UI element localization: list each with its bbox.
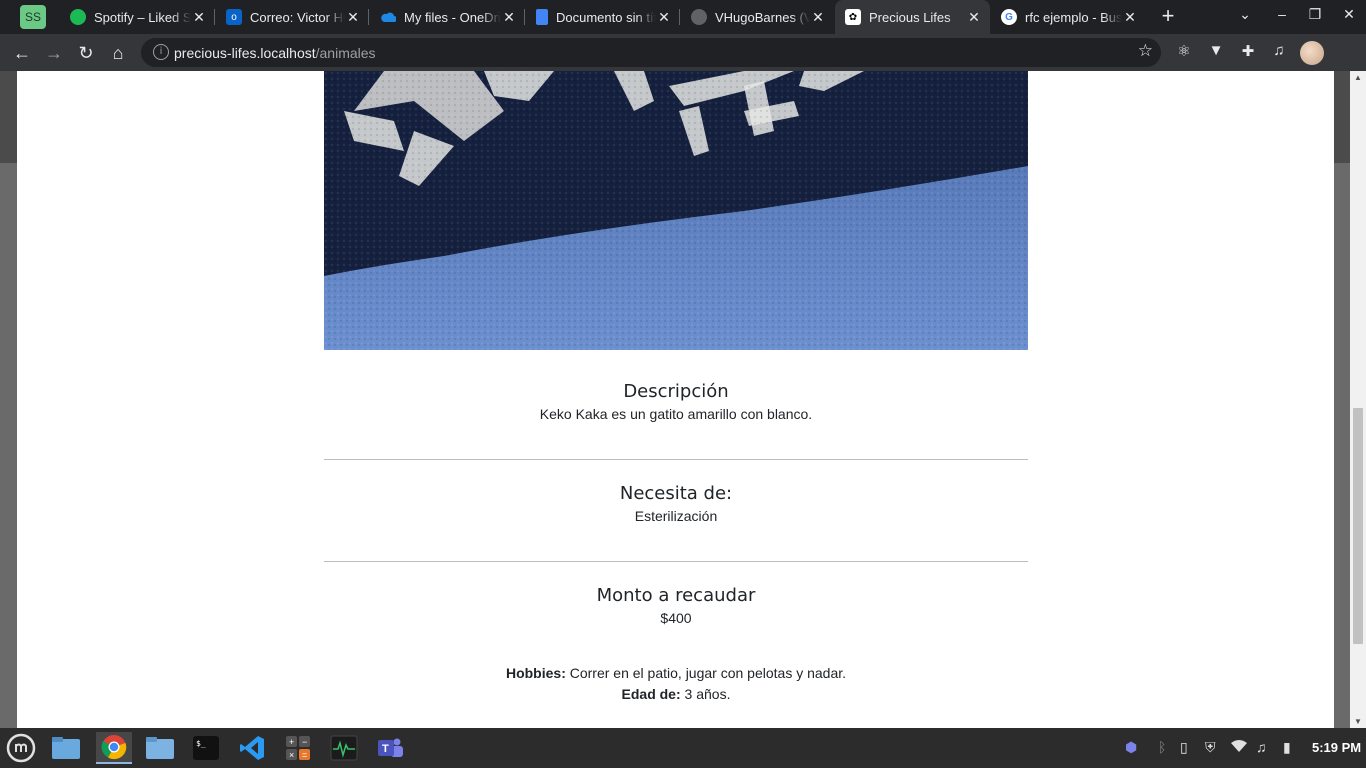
terminal-icon[interactable]: $_ bbox=[188, 732, 224, 764]
docs-icon bbox=[536, 9, 548, 25]
tab-documento[interactable]: Documento sin título ✕ bbox=[526, 0, 680, 34]
tab-title: VHugoBarnes (Victor) bbox=[715, 9, 810, 25]
svg-text:−: − bbox=[302, 737, 307, 747]
page-viewport: Descripción Keko Kaka es un gatito amari… bbox=[0, 71, 1350, 728]
back-icon[interactable]: ← bbox=[10, 41, 34, 65]
avatar[interactable] bbox=[1300, 41, 1324, 65]
tab-title: Spotify – Liked Songs bbox=[94, 9, 191, 25]
clipboard-icon[interactable]: ▯ bbox=[1180, 739, 1188, 756]
wifi-icon[interactable] bbox=[1230, 739, 1248, 756]
browser-toolbar: ← → ↻ ⌂ i precious-lifes.localhost/anima… bbox=[0, 34, 1366, 71]
shield-icon[interactable]: ⛨ bbox=[1205, 739, 1216, 756]
bluetooth-icon[interactable]: ᛒ bbox=[1158, 739, 1166, 755]
tab-title: My files - OneDrive bbox=[404, 9, 501, 25]
spotify-icon bbox=[70, 9, 86, 25]
taskbar: $_ + − × = T ⬢ ᛒ ▯ ⛨ ♫ ▮ 5:19 PM bbox=[0, 728, 1366, 768]
music-note-icon[interactable]: ♫ bbox=[1256, 739, 1267, 755]
tab-search-icon[interactable]: ⌄ bbox=[1233, 6, 1257, 23]
menu-icon[interactable] bbox=[3, 732, 39, 764]
edad-label: Edad de: bbox=[621, 686, 681, 702]
divider bbox=[324, 561, 1028, 562]
tab-spotify[interactable]: Spotify – Liked Songs ✕ bbox=[60, 0, 215, 34]
url-path: /animales bbox=[315, 45, 376, 61]
tab-title: Documento sin título bbox=[556, 9, 656, 25]
site-info-icon[interactable]: i bbox=[153, 44, 169, 60]
calculator-icon[interactable]: + − × = bbox=[280, 732, 316, 764]
divider bbox=[324, 459, 1028, 460]
tab-google[interactable]: G rfc ejemplo - Buscar con Google ✕ bbox=[991, 0, 1146, 34]
teams-icon[interactable]: T bbox=[372, 732, 408, 764]
page-scrollbar[interactable]: ▲ ▼ bbox=[1350, 71, 1366, 728]
bookmark-star-icon[interactable]: ☆ bbox=[1138, 41, 1153, 61]
files-icon[interactable] bbox=[48, 732, 84, 764]
tab-title: rfc ejemplo - Buscar con Google bbox=[1025, 9, 1122, 25]
tab-github[interactable]: VHugoBarnes (Victor) ✕ bbox=[681, 0, 834, 34]
vue-devtools-icon[interactable]: ▼ bbox=[1205, 42, 1227, 59]
close-icon[interactable]: ✕ bbox=[1122, 9, 1138, 26]
extensions-puzzle-icon[interactable]: ✚ bbox=[1237, 42, 1259, 60]
close-icon[interactable]: ✕ bbox=[191, 9, 207, 26]
system-monitor-icon[interactable] bbox=[326, 732, 362, 764]
github-icon bbox=[691, 9, 707, 25]
minimize-icon[interactable]: – bbox=[1270, 6, 1294, 22]
home-icon[interactable]: ⌂ bbox=[106, 41, 130, 65]
scrollbar-thumb[interactable] bbox=[1353, 408, 1363, 644]
profile-chip[interactable]: SS bbox=[20, 5, 46, 29]
paw-icon: ✿ bbox=[845, 9, 861, 25]
necesita-heading: Necesita de: bbox=[619, 483, 733, 504]
descripcion-heading: Descripción bbox=[623, 381, 729, 402]
google-icon: G bbox=[1001, 9, 1017, 25]
url-host: precious-lifes.localhost bbox=[174, 45, 316, 61]
monto-section: Monto a recaudar $400 bbox=[324, 585, 1028, 626]
descripcion-text: Keko Kaka es un gatito amarillo con blan… bbox=[539, 406, 813, 422]
close-icon[interactable]: ✕ bbox=[345, 9, 361, 26]
react-devtools-icon[interactable]: ⚛ bbox=[1173, 42, 1195, 60]
vscode-icon[interactable] bbox=[234, 732, 270, 764]
battery-icon[interactable]: ▮ bbox=[1283, 739, 1291, 756]
tab-precious-lifes[interactable]: ✿ Precious Lifes ✕ bbox=[835, 0, 990, 34]
tab-correo[interactable]: o Correo: Victor Hugo ✕ bbox=[216, 0, 369, 34]
svg-text:×: × bbox=[289, 750, 294, 760]
close-icon[interactable]: ✕ bbox=[810, 9, 826, 26]
svg-text:+: + bbox=[289, 737, 294, 747]
outlook-icon: o bbox=[226, 9, 242, 25]
necesita-text: Esterilización bbox=[634, 508, 718, 524]
chrome-icon[interactable] bbox=[96, 732, 132, 764]
hobbies-line: Hobbies: Correr en el patio, jugar con p… bbox=[324, 665, 1028, 681]
maximize-icon[interactable]: ❐ bbox=[1303, 6, 1327, 23]
folder-icon[interactable] bbox=[142, 732, 178, 764]
animal-photo bbox=[324, 71, 1028, 350]
close-icon[interactable]: ✕ bbox=[501, 9, 517, 26]
svg-text:$_: $_ bbox=[196, 739, 206, 748]
animal-card: Descripción Keko Kaka es un gatito amari… bbox=[17, 71, 1334, 728]
monto-text: $400 bbox=[660, 610, 692, 626]
tab-strip: SS Spotify – Liked Songs ✕ o Correo: Vic… bbox=[0, 0, 1366, 34]
url-text[interactable]: precious-lifes.localhost/animales bbox=[174, 45, 376, 61]
tab-onedrive[interactable]: My files - OneDrive ✕ bbox=[370, 0, 525, 34]
new-tab-button[interactable]: + bbox=[1156, 4, 1180, 28]
svg-text:=: = bbox=[302, 750, 307, 760]
onedrive-icon bbox=[380, 9, 396, 25]
forward-icon[interactable]: → bbox=[42, 41, 66, 65]
svg-text:T: T bbox=[382, 743, 389, 755]
media-controls-icon[interactable]: ♫ bbox=[1268, 42, 1290, 59]
edad-line: Edad de: 3 años. bbox=[324, 686, 1028, 702]
close-icon[interactable]: ✕ bbox=[966, 9, 982, 26]
taskbar-clock[interactable]: 5:19 PM bbox=[1312, 740, 1361, 755]
hobbies-label: Hobbies: bbox=[505, 665, 566, 681]
descripcion-section: Descripción Keko Kaka es un gatito amari… bbox=[324, 381, 1028, 422]
address-bar[interactable]: i precious-lifes.localhost/animales ☆ bbox=[141, 38, 1161, 67]
reload-icon[interactable]: ↻ bbox=[74, 41, 98, 65]
tab-title: Correo: Victor Hugo bbox=[250, 9, 345, 25]
close-window-icon[interactable]: ✕ bbox=[1337, 6, 1361, 23]
hobbies-text: Correr en el patio, jugar con pelotas y … bbox=[565, 665, 847, 681]
teams-tray-icon[interactable]: ⬢ bbox=[1125, 739, 1137, 756]
necesita-section: Necesita de: Esterilización bbox=[324, 483, 1028, 524]
scroll-up-icon[interactable]: ▲ bbox=[1354, 73, 1362, 82]
monto-heading: Monto a recaudar bbox=[596, 585, 756, 606]
tab-title: Precious Lifes bbox=[869, 9, 951, 25]
close-icon[interactable]: ✕ bbox=[656, 9, 672, 26]
scroll-down-icon[interactable]: ▼ bbox=[1354, 717, 1362, 726]
edad-text: 3 años. bbox=[680, 686, 731, 702]
